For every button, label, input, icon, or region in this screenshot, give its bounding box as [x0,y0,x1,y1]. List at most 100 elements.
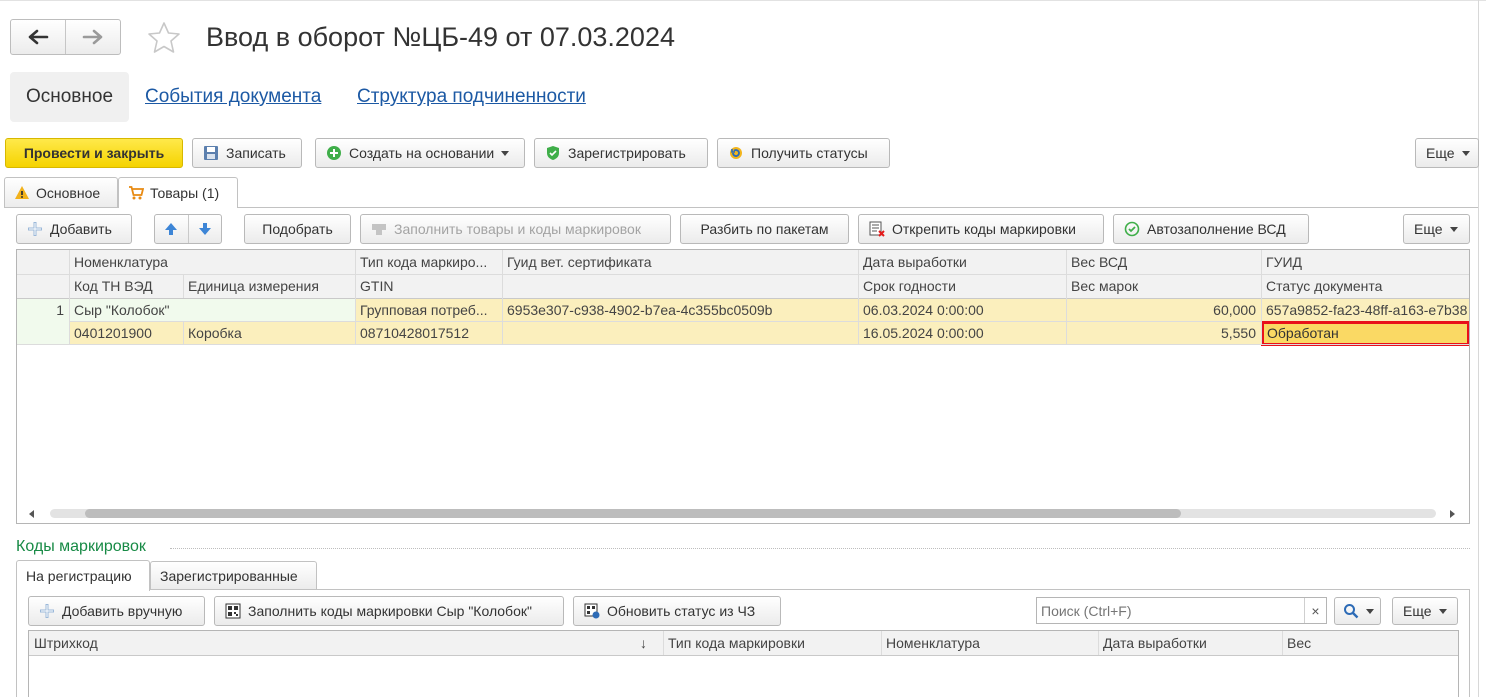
marking-more-label: Еще [1403,603,1432,619]
create-based-on-label: Создать на основании [349,145,495,161]
save-button[interactable]: Записать [192,138,302,168]
add-button[interactable]: Добавить [16,214,132,244]
search-input[interactable] [1037,598,1304,623]
cell-doc-status-selected[interactable]: Обработан [1261,321,1469,346]
section-separator [170,548,1470,549]
search-icon [1344,604,1359,619]
fill-goods-codes-label: Заполнить товары и коды маркировок [394,221,641,237]
cell-expiry[interactable]: 16.05.2024 0:00:00 [858,321,1066,344]
scroll-left-icon[interactable] [27,509,37,519]
qr-code-icon [225,603,241,619]
col-header-tnved[interactable]: Код ТН ВЭД [69,274,183,298]
cell-guid[interactable]: 657a9852-fa23-48ff-a163-e7b38 [1261,298,1469,321]
col-header-prod-date[interactable]: Дата выработки [858,250,1066,274]
grid-line [17,274,1469,275]
move-up-button[interactable] [155,215,188,243]
get-statuses-button[interactable]: Получить статусы [717,138,890,168]
cell-empty [502,321,858,344]
arrow-right-icon [82,29,103,45]
col-header-gtin[interactable]: GTIN [355,274,502,298]
more-button[interactable]: Еще [1415,138,1479,168]
add-manual-button[interactable]: Добавить вручную [28,596,205,626]
cell-unit[interactable]: Коробка [183,321,355,344]
cell-gtin[interactable]: 08710428017512 [355,321,502,344]
col-header-nomenclature[interactable]: Номенклатура [69,250,355,274]
cell-prod-date[interactable]: 06.03.2024 0:00:00 [858,298,1066,321]
sort-arrow-icon[interactable]: ↓ [635,631,659,655]
autofill-vsd-button[interactable]: Автозаполнение ВСД [1113,214,1309,244]
goods-more-button[interactable]: Еще [1403,214,1470,244]
floppy-icon [204,146,218,160]
cell-marks-weight[interactable]: 5,550 [1066,321,1261,344]
tab-registered[interactable]: Зарегистрированные [150,561,317,589]
col-header-marking-code-type[interactable]: Тип кода маркировки [663,631,881,655]
chevron-down-icon [1366,608,1374,614]
col-header-doc-status[interactable]: Статус документа [1261,274,1469,298]
col-header-marks-weight[interactable]: Вес марок [1066,274,1261,298]
back-button[interactable] [11,20,65,54]
col-header-vsd-weight[interactable]: Вес ВСД [1066,250,1261,274]
col-header-barcode[interactable]: Штрихкод [29,631,663,655]
tab-goods[interactable]: Товары (1) [118,177,238,208]
split-packages-label: Разбить по пакетам [700,221,829,237]
col-header-vet-guid[interactable]: Гуид вет. сертификата [502,250,858,274]
get-statuses-label: Получить статусы [751,145,868,161]
col-header-marking-prod-date[interactable]: Дата выработки [1098,631,1282,655]
forward-button[interactable] [65,20,120,54]
tab-registered-label: Зарегистрированные [160,567,298,584]
search-box: × [1036,597,1327,624]
cell-tnved[interactable]: 0401201900 [69,321,183,344]
arrow-up-icon [165,223,178,235]
right-border [1478,0,1479,697]
split-packages-button[interactable]: Разбить по пакетам [680,214,849,244]
add-label: Добавить [50,221,112,237]
search-options-button[interactable] [1334,597,1381,625]
col-header-marking-weight[interactable]: Вес [1282,631,1458,655]
warning-icon [15,185,29,199]
section-link-structure[interactable]: Структура подчиненности [357,86,586,108]
grid-line [69,250,70,344]
post-and-close-button[interactable]: Провести и закрыть [5,138,183,168]
create-based-on-button[interactable]: Создать на основании [315,138,525,168]
star-icon[interactable] [146,20,182,56]
marking-more-button[interactable]: Еще [1392,597,1458,625]
chevron-down-icon [501,150,510,156]
update-status-button[interactable]: Обновить статус из ЧЗ [573,596,781,626]
col-header-marking-nomenclature[interactable]: Номенклатура [881,631,1098,655]
col-header-unit[interactable]: Единица измерения [183,274,355,298]
update-status-label: Обновить статус из ЧЗ [607,603,756,619]
col-header-expiry[interactable]: Срок годности [858,274,1066,298]
qr-refresh-icon [584,603,600,619]
arrow-left-icon [28,29,49,45]
scroll-right-icon[interactable] [1447,509,1457,519]
grid-line [183,274,184,298]
cell-nomenclature[interactable]: Сыр "Колобок" [69,298,355,321]
tab-main-label: Основное [36,184,101,201]
move-down-button[interactable] [187,215,222,243]
tab-to-register[interactable]: На регистрацию [16,560,150,591]
fill-goods-codes-button[interactable]: Заполнить товары и коды маркировок [360,214,671,244]
register-button[interactable]: Зарегистрировать [534,138,708,168]
tab-to-register-label: На регистрацию [26,568,132,584]
chevron-down-icon [1449,226,1458,232]
col-header-code-type[interactable]: Тип кода маркиро... [355,250,502,274]
search-clear-button[interactable]: × [1304,598,1326,623]
marking-table: Штрихкод ↓ Тип кода маркировки Номенклат… [28,630,1459,697]
col-header-empty [502,274,858,298]
tab-main[interactable]: Основное [4,177,118,207]
detach-codes-button[interactable]: Открепить коды маркировки [858,214,1104,244]
cell-code-type[interactable]: Групповая потреб... [355,298,502,321]
col-header-guid[interactable]: ГУИД [1261,250,1469,274]
refresh-icon [730,147,742,159]
goods-table: Номенклатура Тип кода маркиро... Гуид ве… [16,249,1470,524]
section-main[interactable]: Основное [10,72,129,122]
grid-line [1066,250,1067,344]
register-label: Зарегистрировать [568,145,686,161]
cell-vet-guid[interactable]: 6953e307-c938-4902-b7ea-4c355bc0509b [502,298,858,321]
horizontal-scrollbar-thumb[interactable] [85,509,1181,518]
cell-vsd-weight[interactable]: 60,000 [1066,298,1261,321]
pick-button[interactable]: Подобрать [244,214,351,244]
fill-marking-codes-button[interactable]: Заполнить коды маркировки Сыр "Колобок" [214,596,564,626]
section-link-events[interactable]: События документа [145,86,321,108]
grid-line [17,344,1469,345]
